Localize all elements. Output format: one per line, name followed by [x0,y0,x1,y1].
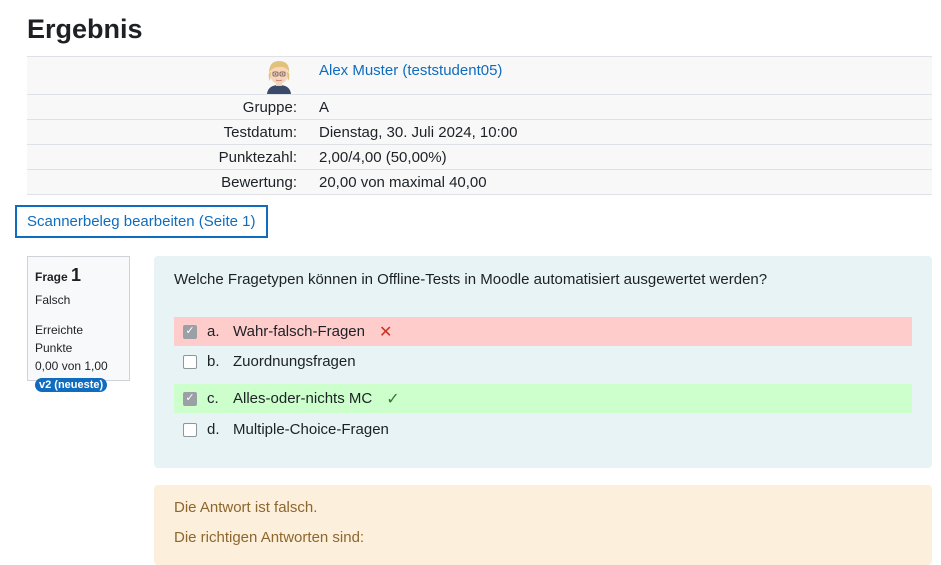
user-name-link[interactable]: Alex Muster (teststudent05) [297,57,502,79]
summary-label: Gruppe: [242,98,297,116]
answer-option-c: ✓ c. Alles-oder-nichts MC ✓ [174,384,912,413]
summary-row-group: Gruppe: A [27,95,932,120]
summary-label: Testdatum: [223,123,297,141]
summary-value: Dienstag, 30. Juli 2024, 10:00 [319,123,518,141]
edit-scan-button[interactable]: Scannerbeleg bearbeiten (Seite 1) [15,205,268,238]
answer-checkbox [183,422,197,437]
summary-row-grade: Bewertung: 20,00 von maximal 40,00 [27,170,932,195]
user-avatar-icon[interactable] [263,57,295,94]
answer-letter: b. [207,353,220,370]
summary-row-user: Alex Muster (teststudent05) [27,57,932,95]
question-state: Falsch [35,293,71,307]
answer-option-b: b. Zuordnungsfragen [174,347,912,376]
answer-checkbox: ✓ [183,324,197,339]
question-feedback: Die Antwort ist falsch. Die richtigen An… [154,485,932,565]
answer-text: Zuordnungsfragen [233,353,356,370]
summary-value: A [319,98,330,116]
feedback-line-1: Die Antwort ist falsch. [174,499,318,516]
question-content: Welche Fragetypen können in Offline-Test… [154,256,932,468]
question-text: Welche Fragetypen können in Offline-Test… [174,271,768,288]
grade-label: Erreichte Punkte [35,323,84,355]
answer-checkbox: ✓ [183,391,197,406]
summary-row-date: Testdatum: Dienstag, 30. Juli 2024, 10:0… [27,120,932,145]
answer-checkbox [183,354,197,369]
question-number: Frage 1 [35,265,82,285]
attempt-summary-table: Alex Muster (teststudent05) Gruppe: A Te… [27,56,932,195]
answer-option-d: d. Multiple-Choice-Fragen [174,415,912,444]
question-info-panel: Frage 1 Falsch Erreichte Punkte 0,00 von… [27,256,130,392]
page-title: Ergebnis [27,14,143,44]
check-icon: ✓ [386,390,400,408]
version-badge[interactable]: v2 (neueste) [35,378,108,392]
feedback-line-2: Die richtigen Antworten sind: [174,529,365,546]
question-grade: Erreichte Punkte 0,00 von 1,00 [35,321,122,375]
cross-icon: ✕ [378,323,393,341]
answer-letter: d. [207,421,220,438]
answer-letter: a. [207,323,220,340]
summary-label: Bewertung: [221,173,297,191]
grade-value: 0,00 von 1,00 [35,359,108,373]
answer-letter: c. [207,390,219,407]
summary-value: 20,00 von maximal 40,00 [319,173,487,191]
summary-row-points: Punktezahl: 2,00/4,00 (50,00%) [27,145,932,170]
answer-text: Multiple-Choice-Fragen [233,421,389,438]
summary-value: 2,00/4,00 (50,00%) [319,148,447,166]
answer-option-a: ✓ a. Wahr-falsch-Fragen ✕ [174,317,912,346]
answer-text: Wahr-falsch-Fragen [233,323,365,340]
summary-label: Punktezahl: [218,148,297,166]
answer-text: Alles-oder-nichts MC [233,390,373,407]
